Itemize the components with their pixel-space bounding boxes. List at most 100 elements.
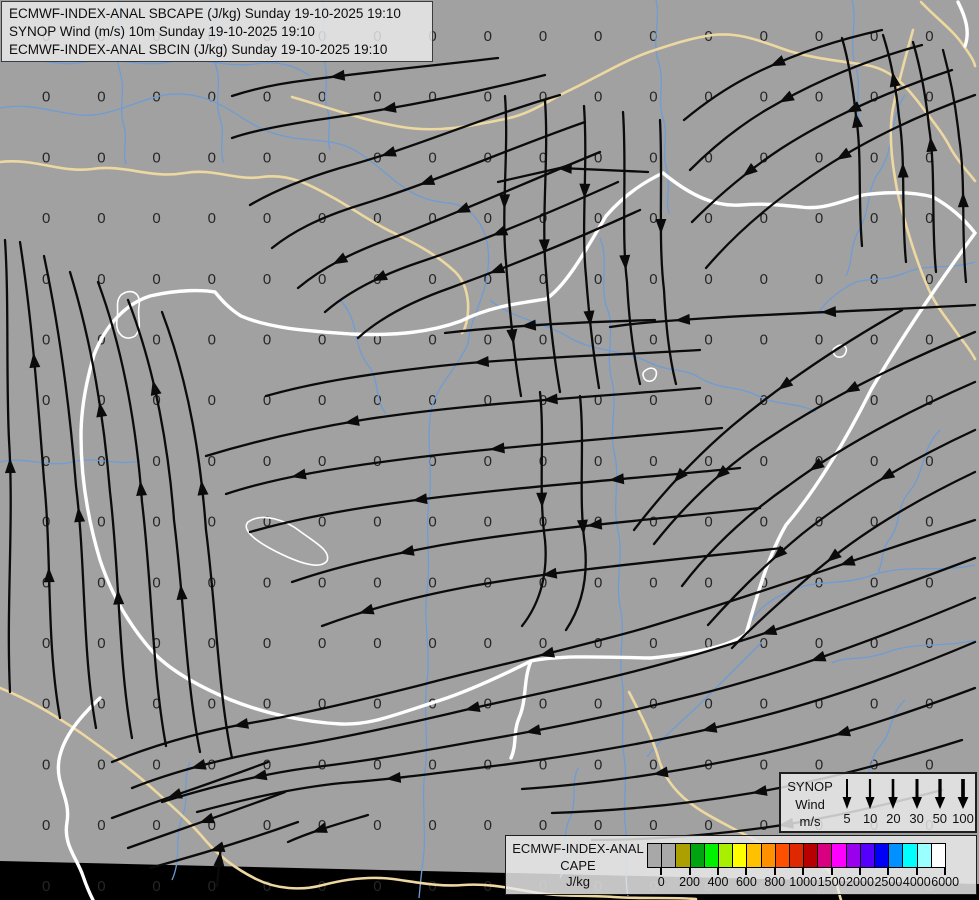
wind-legend: SYNOP Wind m/s 5 10 20 30 50 100 — [779, 772, 977, 833]
cape-swatch — [746, 843, 762, 868]
wind-speed-label: 10 — [862, 811, 878, 826]
field-value-label: 0 — [318, 149, 326, 166]
field-value-label: 0 — [263, 149, 271, 166]
field-value-label: 0 — [815, 89, 823, 106]
field-value-label: 0 — [925, 514, 933, 531]
wind-speed-label: 20 — [886, 811, 901, 826]
field-value-label: 0 — [760, 817, 768, 834]
field-value-label: 0 — [539, 28, 547, 45]
field-value-label: 0 — [925, 453, 933, 470]
field-value-label: 0 — [263, 635, 271, 652]
wind-speed-label: 30 — [909, 811, 924, 826]
field-value-label: 0 — [373, 635, 381, 652]
cape-swatch — [689, 843, 705, 868]
field-value-label: 0 — [263, 332, 271, 349]
field-value-label: 0 — [704, 332, 712, 349]
field-value-label: 0 — [704, 271, 712, 288]
field-value-label: 0 — [704, 210, 712, 227]
field-value-label: 0 — [42, 756, 50, 773]
wind-speed-label: 5 — [843, 811, 851, 826]
down-arrow-icon — [911, 779, 922, 809]
field-value-label: 0 — [925, 756, 933, 773]
field-value-label: 0 — [704, 817, 712, 834]
field-value-label: 0 — [42, 817, 50, 834]
cape-swatch — [647, 843, 663, 868]
field-value-label: 0 — [208, 271, 216, 288]
field-value-label: 0 — [594, 817, 602, 834]
cape-colorbar — [647, 843, 946, 868]
field-value-label: 0 — [373, 696, 381, 713]
cape-swatch — [859, 843, 875, 868]
field-value-label: 0 — [815, 149, 823, 166]
cape-legend: ECMWF-INDEX-ANAL CAPE J/kg 0 200 400 600 800… — [505, 835, 977, 895]
field-value-label: 0 — [704, 574, 712, 591]
field-value-label: 0 — [760, 453, 768, 470]
field-value-label: 0 — [925, 28, 933, 45]
cape-swatch — [817, 843, 833, 868]
field-value-label: 0 — [152, 332, 160, 349]
field-value-label: 0 — [649, 392, 657, 409]
field-value-label: 0 — [870, 332, 878, 349]
cape-tick — [887, 868, 890, 875]
cape-swatch — [788, 843, 805, 868]
cape-swatch — [703, 843, 719, 868]
field-value-label: 0 — [594, 28, 602, 45]
field-value-label: 0 — [263, 453, 271, 470]
field-value-label: 0 — [870, 574, 878, 591]
wind-speed-column: 20 — [881, 776, 905, 826]
field-value-label: 0 — [428, 514, 436, 531]
cape-swatch — [845, 843, 861, 868]
field-value-label: 0 — [760, 332, 768, 349]
title-line-wind: SYNOP Wind (m/s) 10m Sunday 19-10-2025 1… — [9, 24, 315, 40]
field-value-label: 0 — [484, 392, 492, 409]
field-value-label: 0 — [208, 756, 216, 773]
field-value-label: 0 — [484, 332, 492, 349]
field-value-label: 0 — [97, 149, 105, 166]
field-value-label: 0 — [484, 635, 492, 652]
field-value-label: 0 — [704, 514, 712, 531]
cape-swatch — [831, 843, 847, 868]
field-value-label: 0 — [649, 574, 657, 591]
field-value-label: 0 — [97, 756, 105, 773]
title-line-sbcape: ECMWF-INDEX-ANAL SBCAPE (J/kg) Sunday 19… — [9, 6, 401, 21]
field-value-label: 0 — [649, 817, 657, 834]
field-value-label: 0 — [373, 878, 381, 895]
field-value-label: 0 — [815, 635, 823, 652]
field-value-label: 0 — [870, 453, 878, 470]
field-value-label: 0 — [815, 271, 823, 288]
down-arrow-icon — [934, 779, 945, 809]
field-value-label: 0 — [318, 332, 326, 349]
field-value-label: 0 — [373, 89, 381, 106]
field-value-label: 0 — [760, 756, 768, 773]
wind-speed-column: 10 — [858, 776, 882, 826]
field-value-label: 0 — [594, 89, 602, 106]
field-value-label: 0 — [815, 28, 823, 45]
field-value-label: 0 — [704, 392, 712, 409]
field-value-label: 0 — [208, 89, 216, 106]
field-value-label: 0 — [484, 756, 492, 773]
down-arrow-icon — [865, 779, 875, 809]
cape-legend-label: ECMWF-INDEX-ANAL CAPE J/kg — [512, 841, 644, 889]
field-value-label: 0 — [97, 635, 105, 652]
field-value-label: 0 — [649, 332, 657, 349]
field-value-label: 0 — [760, 514, 768, 531]
cape-tick — [773, 868, 776, 875]
field-value-label: 0 — [428, 332, 436, 349]
field-value-label: 0 — [263, 878, 271, 895]
field-value-label: 0 — [594, 756, 602, 773]
field-value-label: 0 — [428, 756, 436, 773]
field-value-label: 0 — [152, 453, 160, 470]
cape-tick — [745, 868, 748, 875]
field-value-label: 0 — [42, 210, 50, 227]
wind-speed-label: 100 — [952, 811, 974, 826]
wind-speed-column: 100 — [951, 776, 975, 826]
field-value-label: 0 — [649, 149, 657, 166]
cape-swatch — [916, 843, 932, 868]
field-value-label: 0 — [373, 574, 381, 591]
field-value-label: 0 — [42, 635, 50, 652]
field-value-label: 0 — [318, 453, 326, 470]
title-box: ECMWF-INDEX-ANAL SBCAPE (J/kg) Sunday 19… — [1, 1, 433, 62]
field-value-label: 0 — [318, 89, 326, 106]
wind-speed-column: 50 — [928, 776, 952, 826]
field-value-label: 0 — [760, 89, 768, 106]
